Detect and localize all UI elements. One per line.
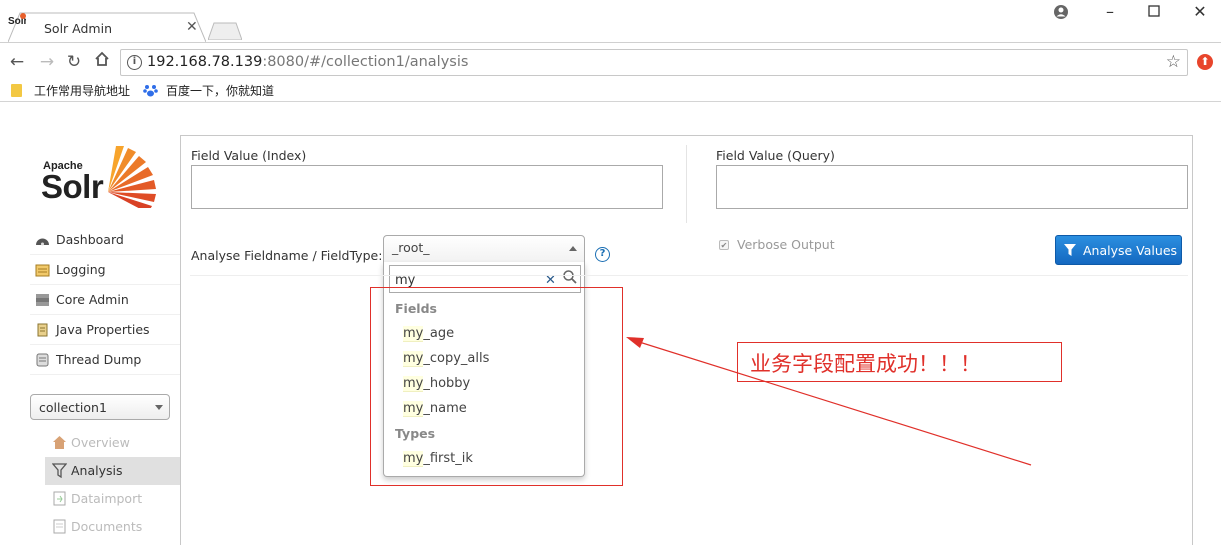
filter-icon: [1064, 244, 1076, 256]
core-menu-documents[interactable]: Documents: [45, 513, 180, 541]
menu-label: Logging: [56, 262, 106, 277]
thread-dump-icon: [36, 353, 49, 367]
solr-sun-icon: [108, 146, 156, 208]
core-menu-label: Documents: [71, 519, 143, 534]
core-menu-label: Analysis: [71, 463, 123, 478]
core-menu-overview[interactable]: Overview: [45, 429, 180, 457]
home-icon[interactable]: [91, 51, 113, 73]
menu-thread-dump[interactable]: Thread Dump: [30, 345, 180, 375]
reload-icon[interactable]: ↻: [63, 51, 85, 73]
dashboard-icon: [36, 238, 49, 246]
baidu-paw-icon: [143, 85, 158, 97]
menu-core-admin[interactable]: Core Admin: [30, 285, 180, 315]
bookmark-work-nav[interactable]: 工作常用导航地址: [34, 82, 130, 99]
dataimport-icon: [53, 491, 66, 506]
bookmark-folder-icon: [11, 84, 22, 97]
logging-icon: [35, 264, 50, 277]
extension-icon[interactable]: ⬆: [1197, 54, 1213, 70]
menu-label: Thread Dump: [56, 352, 142, 367]
java-properties-icon: [37, 323, 48, 337]
fieldtype-select[interactable]: _root_: [383, 235, 585, 263]
minimize-icon[interactable]: –: [1102, 4, 1118, 20]
back-icon[interactable]: ←: [6, 51, 28, 73]
chevron-down-icon: [155, 405, 163, 410]
url-text: 192.168.78.139:8080/#/collection1/analys…: [147, 54, 469, 70]
query-value-label: Field Value (Query): [716, 148, 835, 163]
menu-label: Java Properties: [56, 322, 150, 337]
verbose-output-label: Verbose Output: [737, 237, 835, 252]
query-value-textarea[interactable]: [716, 165, 1188, 209]
core-menu-analysis[interactable]: Analysis: [45, 457, 180, 485]
index-value-label: Field Value (Index): [191, 148, 307, 163]
column-divider: [686, 145, 687, 223]
tab-close-icon[interactable]: ✕: [186, 19, 198, 35]
forward-icon[interactable]: →: [36, 51, 58, 73]
index-value-textarea[interactable]: [191, 165, 663, 209]
new-tab-button[interactable]: [208, 22, 242, 40]
menu-label: Core Admin: [56, 292, 129, 307]
browser-titlebar: Solr Solr Admin ✕ – ✕: [0, 0, 1221, 42]
core-selector-value: collection1: [39, 400, 107, 415]
analyse-values-label: Analyse Values: [1083, 243, 1178, 258]
browser-toolbar: ← → ↻ i 192.168.78.139:8080/#/collection…: [0, 42, 1221, 80]
solr-favicon-icon: Solr: [8, 13, 26, 26]
menu-logging[interactable]: Logging: [30, 255, 180, 285]
core-menu-label: Dataimport: [71, 491, 143, 506]
address-bar[interactable]: i 192.168.78.139:8080/#/collection1/anal…: [120, 49, 1188, 76]
core-menu-dataimport[interactable]: Dataimport: [45, 485, 180, 513]
tab-title: Solr Admin: [44, 21, 113, 36]
menu-label: Dashboard: [56, 232, 124, 247]
maximize-icon[interactable]: [1146, 4, 1162, 20]
close-window-icon[interactable]: ✕: [1192, 4, 1208, 20]
fieldtype-label: Analyse Fieldname / FieldType:: [191, 248, 383, 263]
analysis-icon: [52, 463, 67, 478]
profile-icon[interactable]: [1053, 4, 1069, 20]
annotation-box-dropdown: [370, 287, 623, 486]
overview-icon: [53, 436, 66, 449]
help-icon[interactable]: ?: [595, 247, 610, 262]
search-icon: [563, 270, 577, 284]
row-divider: [190, 275, 1188, 276]
browser-tab-solr-admin[interactable]: Solr Solr Admin ✕: [8, 12, 206, 42]
core-menu-label: Overview: [71, 435, 130, 450]
menu-java-properties[interactable]: Java Properties: [30, 315, 180, 345]
core-selector[interactable]: collection1: [30, 394, 170, 420]
analyse-values-button[interactable]: Analyse Values: [1055, 235, 1182, 265]
core-admin-icon: [36, 294, 49, 306]
site-info-icon[interactable]: i: [127, 55, 142, 70]
chevron-up-icon: [569, 246, 577, 251]
bookmark-star-icon[interactable]: ☆: [1166, 52, 1181, 72]
logo-solr-text: Solr: [41, 168, 104, 205]
annotation-box-message: 业务字段配置成功！！！: [737, 342, 1062, 382]
solr-logo[interactable]: Apache Solr: [38, 140, 164, 210]
bookmarks-bar: 工作常用导航地址 百度一下，你就知道: [0, 80, 1221, 102]
annotation-text: 业务字段配置成功！！！: [750, 352, 981, 376]
documents-icon: [53, 519, 66, 534]
verbose-output-checkbox[interactable]: ✔: [719, 240, 729, 250]
bookmark-baidu[interactable]: 百度一下，你就知道: [166, 82, 274, 99]
menu-dashboard[interactable]: Dashboard: [30, 225, 180, 255]
fieldtype-select-value: _root_: [392, 240, 430, 255]
